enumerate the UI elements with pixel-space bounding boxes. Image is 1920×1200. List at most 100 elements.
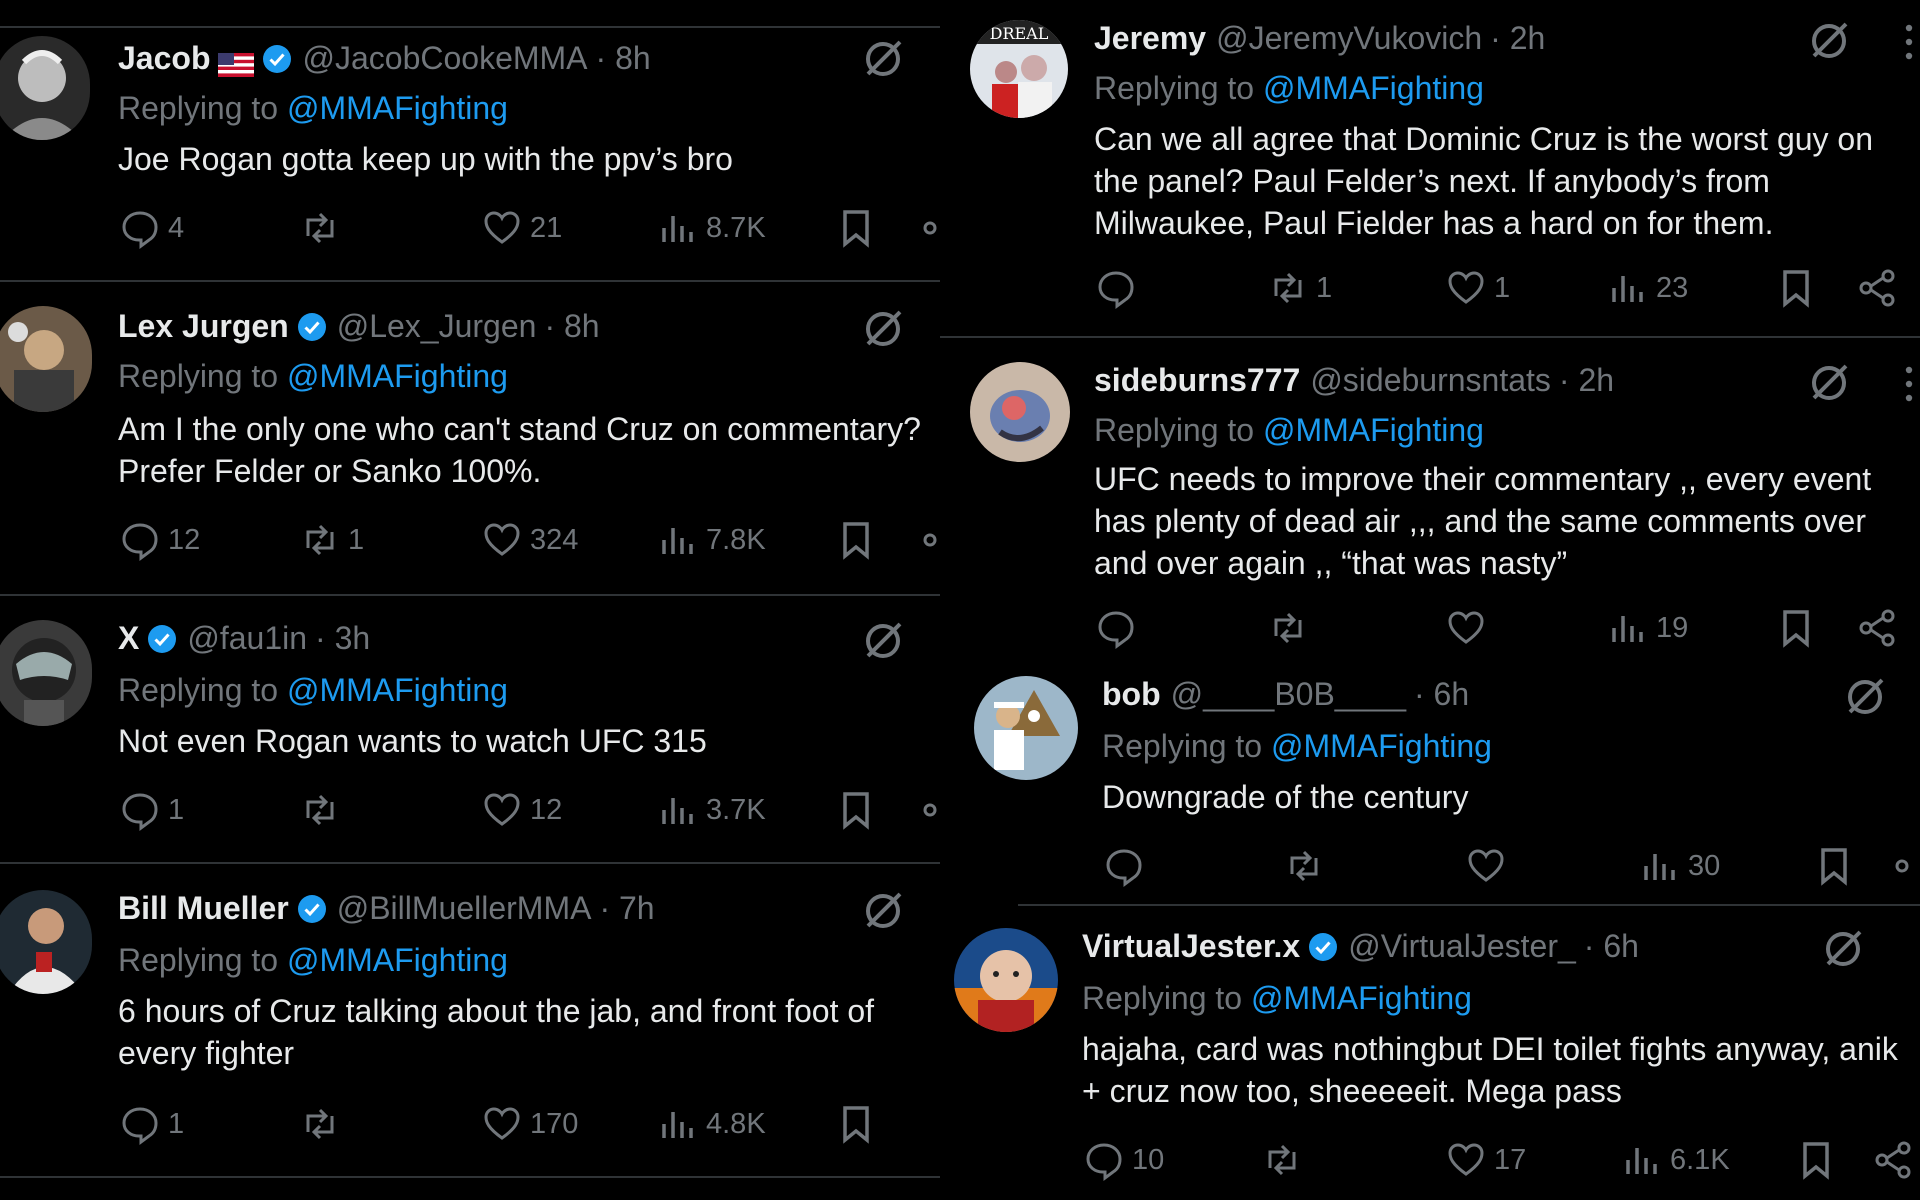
grok-icon[interactable]	[1820, 926, 1866, 972]
views-button[interactable]: 19	[1606, 606, 1688, 650]
mention-link[interactable]: @MMAFighting	[287, 358, 508, 394]
mention-link[interactable]: @MMAFighting	[1263, 412, 1484, 448]
user-handle[interactable]: @____B0B____	[1171, 674, 1406, 714]
grok-icon[interactable]	[1806, 18, 1852, 64]
share-button[interactable]	[1856, 266, 1900, 310]
display-name[interactable]: bob	[1102, 674, 1161, 714]
user-handle[interactable]: @sideburnsntats	[1310, 360, 1551, 400]
user-handle[interactable]: @BillMuellerMMA	[337, 888, 592, 928]
grok-icon[interactable]	[860, 888, 906, 934]
grok-icon[interactable]	[1806, 360, 1852, 406]
tweet-text: Can we all agree that Dominic Cruz is th…	[1094, 121, 1874, 241]
views-button[interactable]: 30	[1638, 844, 1720, 888]
bookmark-button[interactable]	[834, 206, 878, 250]
like-button[interactable]: 17	[1444, 1138, 1526, 1182]
like-button[interactable]: 1	[1444, 266, 1510, 310]
user-handle[interactable]: @VirtualJester_	[1348, 926, 1576, 966]
like-button[interactable]: 21	[480, 206, 562, 250]
repost-button[interactable]	[1260, 1138, 1310, 1182]
display-name[interactable]: sideburns777	[1094, 360, 1300, 400]
reply-button[interactable]: 10	[1082, 1138, 1164, 1182]
views-button[interactable]: 6.1K	[1620, 1138, 1730, 1182]
timestamp[interactable]: · 6h	[1414, 674, 1469, 714]
reply-button[interactable]	[1094, 266, 1144, 310]
timestamp[interactable]: · 3h	[315, 618, 370, 658]
display-name[interactable]: VirtualJester.x	[1082, 926, 1300, 966]
views-button[interactable]: 8.7K	[656, 206, 766, 250]
repost-button[interactable]: 1	[1266, 266, 1332, 310]
display-name[interactable]: Lex Jurgen	[118, 306, 289, 346]
timestamp[interactable]: · 8h	[596, 38, 651, 78]
share-button[interactable]	[1892, 844, 1920, 888]
grok-icon[interactable]	[1842, 674, 1888, 720]
timestamp[interactable]: · 8h	[544, 306, 599, 346]
bookmark-button[interactable]	[1794, 1138, 1838, 1182]
mention-link[interactable]: @MMAFighting	[287, 942, 508, 978]
like-button[interactable]: 170	[480, 1102, 578, 1146]
repost-button[interactable]: 1	[298, 518, 364, 562]
timestamp[interactable]: · 7h	[599, 888, 654, 928]
mention-link[interactable]: @MMAFighting	[1251, 980, 1472, 1016]
timestamp[interactable]: · 6h	[1584, 926, 1639, 966]
user-handle[interactable]: @Lex_Jurgen	[337, 306, 537, 346]
mention-link[interactable]: @MMAFighting	[1271, 728, 1492, 764]
bookmark-button[interactable]	[834, 1102, 878, 1146]
avatar[interactable]	[970, 362, 1070, 462]
share-button[interactable]	[1856, 606, 1900, 650]
avatar[interactable]	[974, 676, 1078, 780]
mention-link[interactable]: @MMAFighting	[287, 90, 508, 126]
reply-button[interactable]	[1094, 606, 1144, 650]
views-button[interactable]: 23	[1606, 266, 1688, 310]
views-button[interactable]: 4.8K	[656, 1102, 766, 1146]
more-options-icon[interactable]	[1904, 364, 1914, 404]
share-button[interactable]	[1872, 1138, 1916, 1182]
bookmark-button[interactable]	[1812, 844, 1856, 888]
repost-button[interactable]	[298, 1102, 348, 1146]
like-button[interactable]: 12	[480, 788, 562, 832]
like-button[interactable]: 324	[480, 518, 578, 562]
repost-button[interactable]	[1282, 844, 1332, 888]
reply-button[interactable]: 1	[118, 788, 184, 832]
avatar[interactable]: DREAL	[970, 20, 1068, 118]
bookmark-button[interactable]	[1774, 606, 1818, 650]
grok-icon[interactable]	[860, 36, 906, 82]
more-options-icon[interactable]	[1904, 22, 1914, 62]
bookmark-button[interactable]	[1774, 266, 1818, 310]
grok-icon[interactable]	[860, 618, 906, 664]
avatar[interactable]	[954, 928, 1058, 1032]
views-button[interactable]: 7.8K	[656, 518, 766, 562]
us-flag-icon	[218, 46, 255, 77]
repost-button[interactable]	[298, 788, 348, 832]
avatar[interactable]	[0, 306, 92, 412]
share-button[interactable]	[920, 788, 940, 832]
share-button[interactable]	[920, 206, 940, 250]
views-button[interactable]: 3.7K	[656, 788, 766, 832]
like-button[interactable]	[1464, 844, 1514, 888]
timestamp[interactable]: · 2h	[1559, 360, 1614, 400]
reply-button[interactable]: 4	[118, 206, 184, 250]
repost-button[interactable]	[298, 206, 348, 250]
like-button[interactable]	[1444, 606, 1494, 650]
bookmark-button[interactable]	[834, 518, 878, 562]
grok-icon[interactable]	[860, 306, 906, 352]
repost-button[interactable]	[1266, 606, 1316, 650]
user-handle[interactable]: @JacobCookeMMA	[302, 38, 587, 78]
bookmark-button[interactable]	[834, 788, 878, 832]
reply-button[interactable]: 12	[118, 518, 200, 562]
display-name[interactable]: X	[118, 618, 139, 658]
avatar[interactable]	[0, 890, 92, 994]
timestamp[interactable]: · 2h	[1490, 18, 1545, 58]
share-button[interactable]	[920, 518, 940, 562]
reply-button[interactable]: 1	[118, 1102, 184, 1146]
display-name[interactable]: Jeremy	[1094, 18, 1206, 58]
avatar[interactable]	[0, 620, 92, 726]
reply-icon	[122, 211, 158, 249]
mention-link[interactable]: @MMAFighting	[1263, 70, 1484, 106]
user-handle[interactable]: @JeremyVukovich	[1216, 18, 1482, 58]
avatar[interactable]	[0, 36, 90, 140]
user-handle[interactable]: @fau1in	[187, 618, 307, 658]
mention-link[interactable]: @MMAFighting	[287, 672, 508, 708]
reply-button[interactable]	[1102, 844, 1152, 888]
display-name[interactable]: Jacob	[118, 38, 210, 78]
display-name[interactable]: Bill Mueller	[118, 888, 289, 928]
